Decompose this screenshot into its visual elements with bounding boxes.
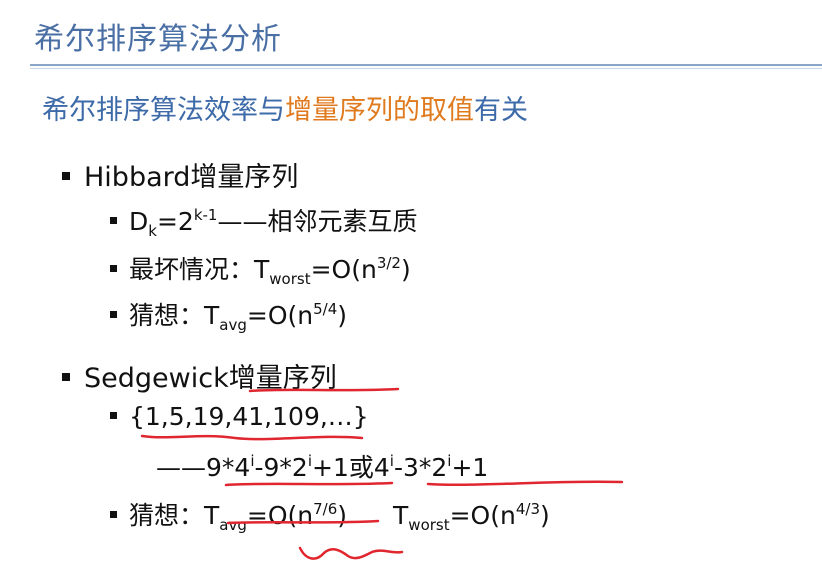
sedgewick-avg-exp: 7/6 (313, 500, 338, 518)
hibbard-worst-label: 最坏情况：T (129, 255, 270, 284)
sedgewick-worst-eq: =O(n (449, 501, 516, 530)
hibbard-avg-exp: 5/4 (313, 300, 338, 318)
title-divider (30, 64, 822, 66)
subtitle-prefix: 希尔排序算法效率与 (42, 95, 285, 126)
hibbard-tail: ——相邻元素互质 (217, 207, 418, 236)
bullet-sedgewick: Sedgewick增量序列 (62, 356, 337, 395)
bullet-square-icon (110, 310, 117, 318)
hibbard-d-sub: k (148, 222, 157, 240)
bullet-square-icon (110, 216, 117, 224)
sedgewick-avg-eq: =O(n (246, 501, 314, 530)
bullet-sedgewick-guess: 猜想：Tavg=O(n7/6) Tworst=O(n4/3) (110, 496, 550, 534)
ink-underline-sequence (140, 434, 364, 441)
bullet-hibbard-worst: 最坏情况：Tworst=O(n3/2) (110, 250, 411, 288)
sedgewick-worst-exp: 4/3 (515, 500, 540, 518)
formula-part-1: ——9*4 (156, 453, 251, 482)
sedgewick-avg-close: ) (337, 501, 348, 530)
hibbard-worst-sub: worst (269, 270, 311, 288)
hibbard-avg-eq: =O(n (246, 301, 314, 330)
formula-part-4: -3*2 (393, 453, 448, 482)
hibbard-worst-eq: =O(n (310, 255, 377, 284)
sedgewick-worst-close: ) (539, 501, 550, 530)
bullet-hibbard-avg: 猜想：Tavg=O(n5/4) (110, 296, 347, 334)
title-divider-secondary (30, 68, 822, 69)
hibbard-worst-exp: 3/2 (376, 254, 401, 272)
hibbard-eq: =2 (156, 207, 194, 236)
formula-part-5: +1 (451, 453, 489, 482)
sedgewick-sequence: {1,5,19,41,109,…} (129, 402, 369, 431)
hibbard-avg-sub: avg (219, 316, 247, 334)
sedgewick-worst-sub: worst (408, 516, 450, 534)
bullet-hibbard: Hibbard增量序列 (62, 155, 298, 194)
sedgewick-heading: Sedgewick增量序列 (84, 363, 337, 394)
slide-subtitle: 希尔排序算法效率与增量序列的取值有关 (42, 88, 528, 127)
subtitle-suffix: 有关 (474, 95, 528, 126)
bullet-sedgewick-sequence: {1,5,19,41,109,…} (110, 402, 369, 431)
bullet-hibbard-formula: Dk=2k-1——相邻元素互质 (110, 202, 417, 240)
hibbard-worst-close: ) (400, 255, 411, 284)
sedgewick-avg-label: 猜想：T (129, 501, 220, 530)
hibbard-avg-close: ) (337, 301, 348, 330)
hibbard-heading: Hibbard增量序列 (84, 162, 299, 193)
subtitle-highlight: 增量序列的取值 (285, 95, 474, 126)
hibbard-exp: k-1 (193, 206, 218, 224)
hibbard-d: D (129, 207, 149, 236)
ink-squiggle (298, 546, 404, 560)
slide-title: 希尔排序算法分析 (34, 22, 282, 57)
hibbard-avg-label: 猜想：T (129, 301, 220, 330)
bullet-square-icon (62, 372, 70, 381)
bullet-square-icon (110, 510, 117, 518)
formula-part-2: -9*2 (254, 453, 308, 482)
sedgewick-formula: ——9*4i-9*2i+1或4i-3*2i+1 (156, 448, 488, 484)
sedgewick-worst-label: T (393, 501, 409, 530)
bullet-square-icon (110, 411, 117, 419)
slide: 希尔排序算法分析 希尔排序算法效率与增量序列的取值有关 Hibbard增量序列 … (0, 0, 822, 572)
bullet-square-icon (110, 264, 117, 272)
sedgewick-avg-sub: avg (219, 516, 247, 534)
bullet-square-icon (62, 171, 70, 180)
formula-part-3: +1或4 (312, 453, 390, 482)
